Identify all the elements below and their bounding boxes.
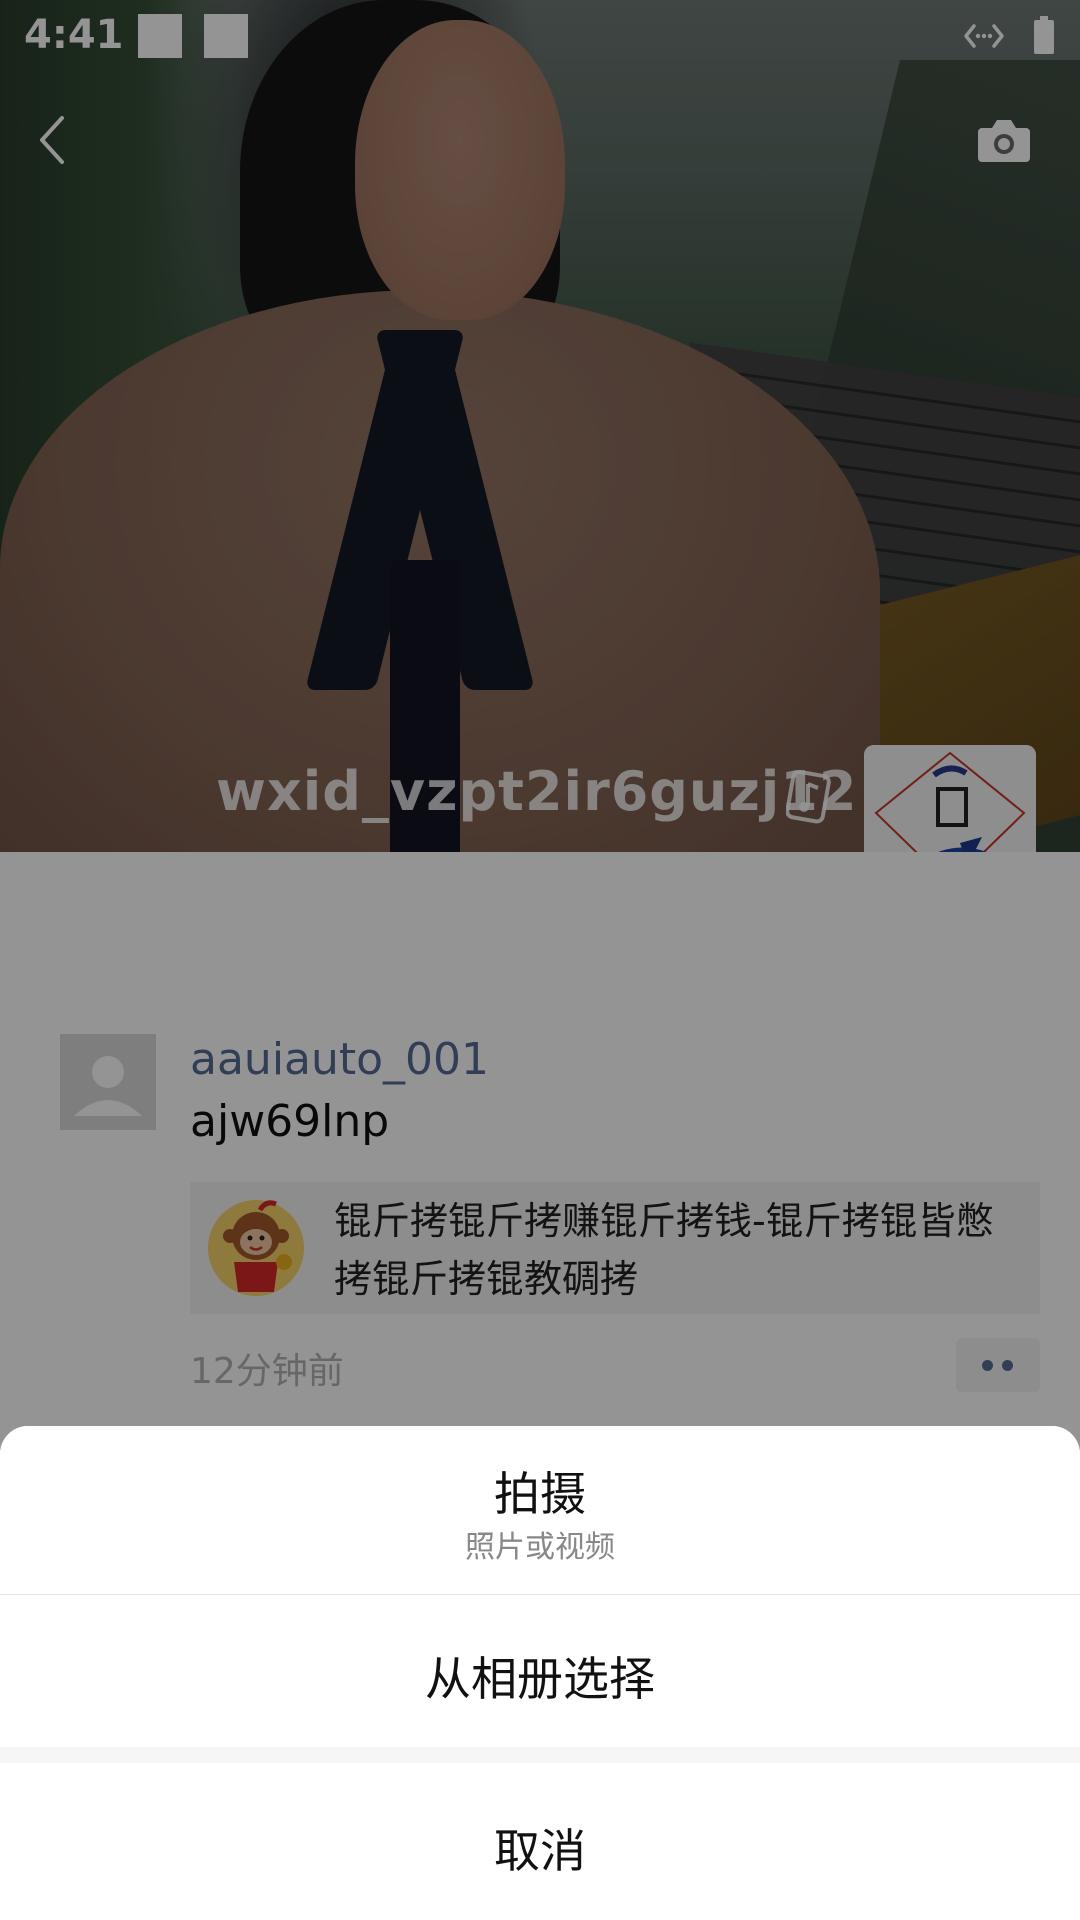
sheet-gap — [0, 1747, 1080, 1763]
choose-from-album-option[interactable]: 从相册选择 — [0, 1595, 1080, 1747]
moments-screen: 4:41 wxid_vzpt2ir6guzj12 aauiauto_001 aj… — [0, 0, 1080, 1920]
shoot-option-subtitle: 照片或视频 — [465, 1530, 615, 1565]
shoot-option-label: 拍摄 — [494, 1467, 586, 1521]
cancel-label: 取消 — [494, 1824, 586, 1878]
action-sheet: 拍摄 照片或视频 从相册选择 取消 — [0, 1426, 1080, 1920]
cancel-button[interactable]: 取消 — [0, 1763, 1080, 1920]
shoot-option[interactable]: 拍摄 照片或视频 — [0, 1426, 1080, 1594]
album-option-label: 从相册选择 — [425, 1652, 655, 1706]
